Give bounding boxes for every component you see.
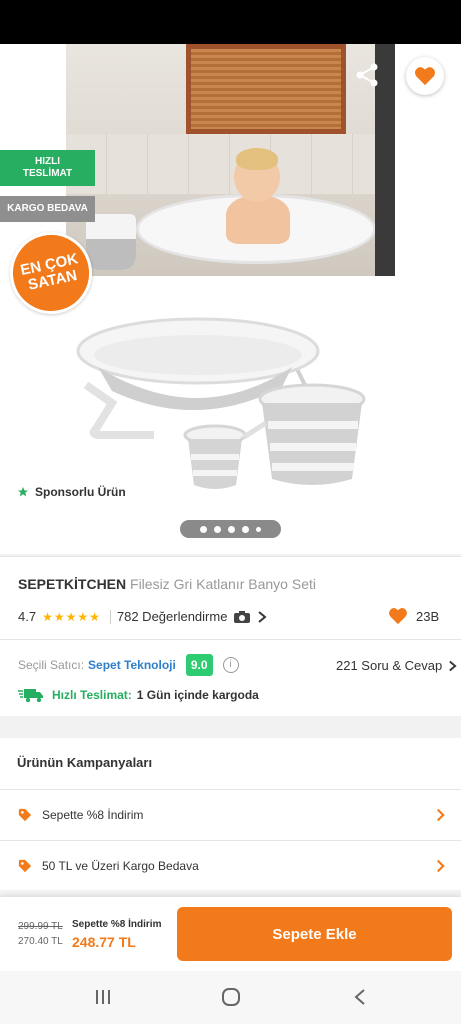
carousel-dot[interactable] [256, 526, 261, 532]
recent-apps-button[interactable] [91, 985, 115, 1009]
campaign-label: 50 TL ve Üzeri Kargo Bedava [42, 858, 199, 873]
add-to-cart-button[interactable]: Sepete Ekle [177, 907, 452, 961]
likes-count: 23B [416, 608, 440, 624]
carousel-dot-active[interactable] [200, 525, 207, 533]
carousel-dot[interactable] [242, 525, 249, 533]
rating-row[interactable]: 4.7 ★★★★★ 782 Değerlendirme [18, 609, 268, 624]
rating-stars-icon: ★★★★★ [42, 609, 101, 624]
tag-icon [18, 808, 32, 821]
free-shipping-tag: KARGO BEDAVA [0, 196, 95, 222]
divider [0, 639, 461, 640]
delivery-label: Hızlı Teslimat: [52, 688, 132, 702]
product-render-image [76, 317, 366, 489]
delivery-row: Hızlı Teslimat: 1 Gün içinde kargoda [18, 687, 259, 703]
photo-bucket [86, 214, 136, 270]
photo-baby-body [226, 196, 290, 244]
reviews-link[interactable]: 782 Değerlendirme [117, 609, 228, 624]
truck-icon [18, 689, 43, 703]
product-info-card: SEPETKİTCHEN Filesiz Gri Katlanır Banyo … [0, 556, 461, 716]
sponsored-text: Sponsorlu Ürün [35, 485, 126, 499]
arrow-left-icon [21, 66, 43, 84]
campaigns-section: Ürünün Kampanyaları Sepette %8 İndirim 5… [0, 738, 461, 890]
divider [109, 609, 111, 624]
chevron-right-icon [437, 859, 445, 873]
seller-score-badge: 9.0 [185, 654, 213, 676]
qa-label: 221 Soru & Cevap [336, 658, 443, 673]
basket-discount-label: Sepette %8 İndirim [72, 919, 162, 930]
tag-icon [18, 859, 32, 872]
questions-answers-link[interactable]: 221 Soru & Cevap [336, 658, 457, 673]
seller-name-link[interactable]: Sepet Teknoloji [88, 658, 176, 672]
chevron-right-icon [258, 610, 268, 623]
star-icon [18, 487, 28, 497]
final-price: 248.77 TL [72, 934, 136, 950]
carousel-dot[interactable] [214, 525, 221, 533]
campaigns-title: Ürünün Kampanyaları [17, 755, 153, 770]
home-button[interactable] [219, 985, 243, 1009]
status-bar [0, 0, 461, 44]
checkout-bar: 299.99 TL 270.40 TL Sepette %8 İndirim 2… [0, 897, 461, 971]
chevron-right-icon [449, 660, 457, 671]
seller-row: Seçili Satıcı: Sepet Teknoloji 9.0 i [18, 654, 239, 676]
product-gallery[interactable]: HIZLI TESLİMAT KARGO BEDAVA EN ÇOK SATAN… [0, 44, 461, 554]
sponsored-label: Sponsorlu Ürün [17, 485, 126, 499]
system-nav-bar [0, 971, 461, 1024]
favorite-button[interactable] [406, 57, 444, 95]
photo-baby-hair [236, 148, 278, 170]
campaign-item[interactable]: Sepette %8 İndirim [0, 789, 461, 839]
rating-value: 4.7 [18, 609, 37, 624]
product-name: Filesiz Gri Katlanır Banyo Seti [130, 576, 316, 592]
share-icon [356, 63, 378, 87]
camera-icon [234, 611, 251, 623]
likes[interactable]: 23B [388, 607, 439, 625]
carousel-dot[interactable] [228, 525, 235, 533]
product-photo [66, 44, 395, 276]
system-back-button[interactable] [348, 985, 372, 1009]
carousel-indicator[interactable] [180, 520, 281, 538]
info-icon[interactable]: i [222, 657, 239, 673]
discounted-price: 270.40 TL [18, 936, 63, 947]
campaign-label: Sepette %8 İndirim [42, 807, 144, 822]
home-icon [222, 988, 240, 1006]
fast-delivery-tag: HIZLI TESLİMAT [0, 150, 95, 186]
campaign-item[interactable]: 50 TL ve Üzeri Kargo Bedava [0, 840, 461, 890]
recent-apps-icon [96, 990, 110, 1004]
seller-label: Seçili Satıcı: [18, 658, 85, 672]
original-price: 299.99 TL [18, 921, 63, 932]
photo-wall-tiles [66, 134, 395, 194]
product-brand[interactable]: SEPETKİTCHEN [18, 576, 126, 592]
photo-window-blind [186, 44, 346, 134]
chevron-right-icon [437, 808, 445, 822]
share-button[interactable] [354, 62, 380, 88]
product-title[interactable]: SEPETKİTCHEN Filesiz Gri Katlanır Banyo … [18, 576, 316, 592]
back-button[interactable] [16, 64, 48, 86]
heart-icon [389, 608, 407, 625]
heart-icon [415, 67, 435, 86]
delivery-value: 1 Gün içinde kargoda [136, 688, 259, 702]
chevron-left-icon [354, 989, 365, 1005]
